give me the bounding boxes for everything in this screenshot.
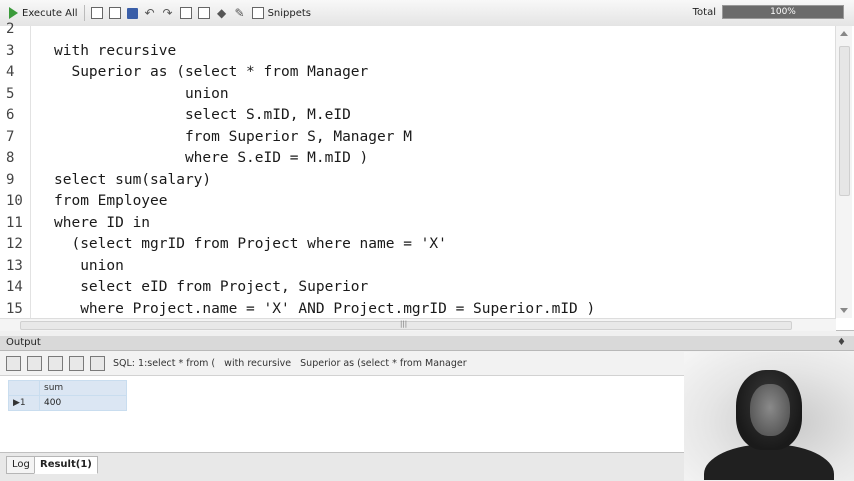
chart-icon[interactable] <box>69 355 84 371</box>
webcam-overlay <box>684 352 854 480</box>
code-text[interactable]: where S.eID = M.mID ) <box>54 147 368 169</box>
progress-text: 100% <box>770 7 796 17</box>
result-grid: sum ▶1 400 <box>8 380 127 411</box>
code-text[interactable]: select eID from Project, Superior <box>54 276 368 298</box>
snippets-button[interactable]: Snippets <box>249 3 314 23</box>
sql-query-label: SQL: 1:select * from ( with recursive Su… <box>113 357 467 369</box>
code-text[interactable]: (select mgrID from Project where name = … <box>54 233 446 255</box>
total-progress: Total 100% <box>693 5 844 19</box>
progress-bar: 100% <box>722 5 844 19</box>
line-number: 3 <box>6 42 15 59</box>
line-number: 13 <box>6 257 23 274</box>
line-number: 5 <box>6 85 15 102</box>
copy-icon <box>179 7 192 19</box>
clear-button[interactable]: ◆ <box>213 3 231 23</box>
line-number: 2 <box>6 21 15 37</box>
line-number: 6 <box>6 107 15 123</box>
code-text[interactable]: union <box>54 255 124 277</box>
presenter-face <box>750 384 790 436</box>
filter-icon[interactable] <box>90 355 105 371</box>
undo-icon: ↶ <box>144 6 155 20</box>
format-button[interactable]: ✎ <box>231 3 249 23</box>
new-button[interactable] <box>88 3 106 23</box>
line-number: 11 <box>6 214 23 231</box>
total-label: Total <box>692 6 716 18</box>
copy-button[interactable] <box>177 3 195 23</box>
execute-all-label: Execute All <box>22 7 78 19</box>
output-panel-header: Output ♦ <box>0 336 854 351</box>
line-number: 14 <box>6 279 23 295</box>
output-tabs: Log Result(1) <box>0 452 684 481</box>
row-header[interactable]: ▶1 <box>8 395 40 411</box>
redo-icon: ↷ <box>162 6 173 20</box>
horizontal-scrollbar[interactable]: ||| <box>0 318 836 331</box>
paste-button[interactable] <box>195 3 213 23</box>
line-number: 7 <box>6 128 15 145</box>
pin-icon[interactable]: ♦ <box>837 337 846 348</box>
toolbar-divider <box>83 5 85 21</box>
code-text[interactable]: select sum(salary) <box>54 169 211 191</box>
code-text[interactable]: with recursive <box>54 40 176 62</box>
text-view-icon[interactable] <box>48 355 63 371</box>
open-file-icon <box>108 7 121 19</box>
tab-result[interactable]: Result(1) <box>34 456 98 474</box>
snippets-icon <box>251 7 264 19</box>
line-number: 8 <box>6 150 15 166</box>
snippets-label: Snippets <box>267 7 312 19</box>
save-icon <box>126 7 138 19</box>
scroll-down-icon[interactable] <box>840 308 848 313</box>
code-text[interactable]: where ID in <box>54 212 150 234</box>
redo-button[interactable]: ↷ <box>159 3 177 23</box>
main-toolbar: Execute All ↶ ↷ ◆ ✎ Snippets Total 100% <box>0 0 854 27</box>
export-icon[interactable] <box>6 355 21 371</box>
code-text[interactable]: union <box>54 83 229 105</box>
vertical-scroll-thumb[interactable] <box>839 46 850 196</box>
code-text[interactable]: Superior as (select * from Manager <box>54 61 368 83</box>
line-number: 15 <box>6 300 23 317</box>
save-button[interactable] <box>124 3 141 23</box>
code-text[interactable]: select S.mID, M.eID <box>54 104 351 126</box>
column-header-sum[interactable]: sum <box>39 380 127 396</box>
line-number: 12 <box>6 236 23 252</box>
sql-editor[interactable]: 2 3 with recursive 4 Superior as (select * … <box>0 21 854 331</box>
line-number: 10 <box>6 193 23 209</box>
undo-button[interactable]: ↶ <box>141 3 159 23</box>
open-button[interactable] <box>106 3 124 23</box>
eraser-icon: ◆ <box>216 6 227 20</box>
scroll-grip-icon: ||| <box>400 320 408 328</box>
new-file-icon <box>90 7 103 19</box>
line-number: 4 <box>6 64 15 80</box>
paste-icon <box>197 7 210 19</box>
code-text[interactable]: from Employee <box>54 190 168 212</box>
code-text[interactable]: from Superior S, Manager M <box>54 126 412 148</box>
line-number: 9 <box>6 171 15 188</box>
tab-log[interactable]: Log <box>6 456 36 474</box>
output-title: Output <box>6 337 41 348</box>
grid-view-icon[interactable] <box>27 355 42 371</box>
result-grid-area: sum ▶1 400 <box>0 376 684 452</box>
vertical-scrollbar[interactable] <box>835 26 852 318</box>
wrench-icon: ✎ <box>234 6 245 20</box>
grid-corner <box>8 380 40 396</box>
sum-cell[interactable]: 400 <box>39 395 127 411</box>
table-row: ▶1 400 <box>8 395 127 411</box>
scroll-up-icon[interactable] <box>840 31 848 36</box>
code-text[interactable]: where Project.name = 'X' AND Project.mgr… <box>54 298 595 320</box>
